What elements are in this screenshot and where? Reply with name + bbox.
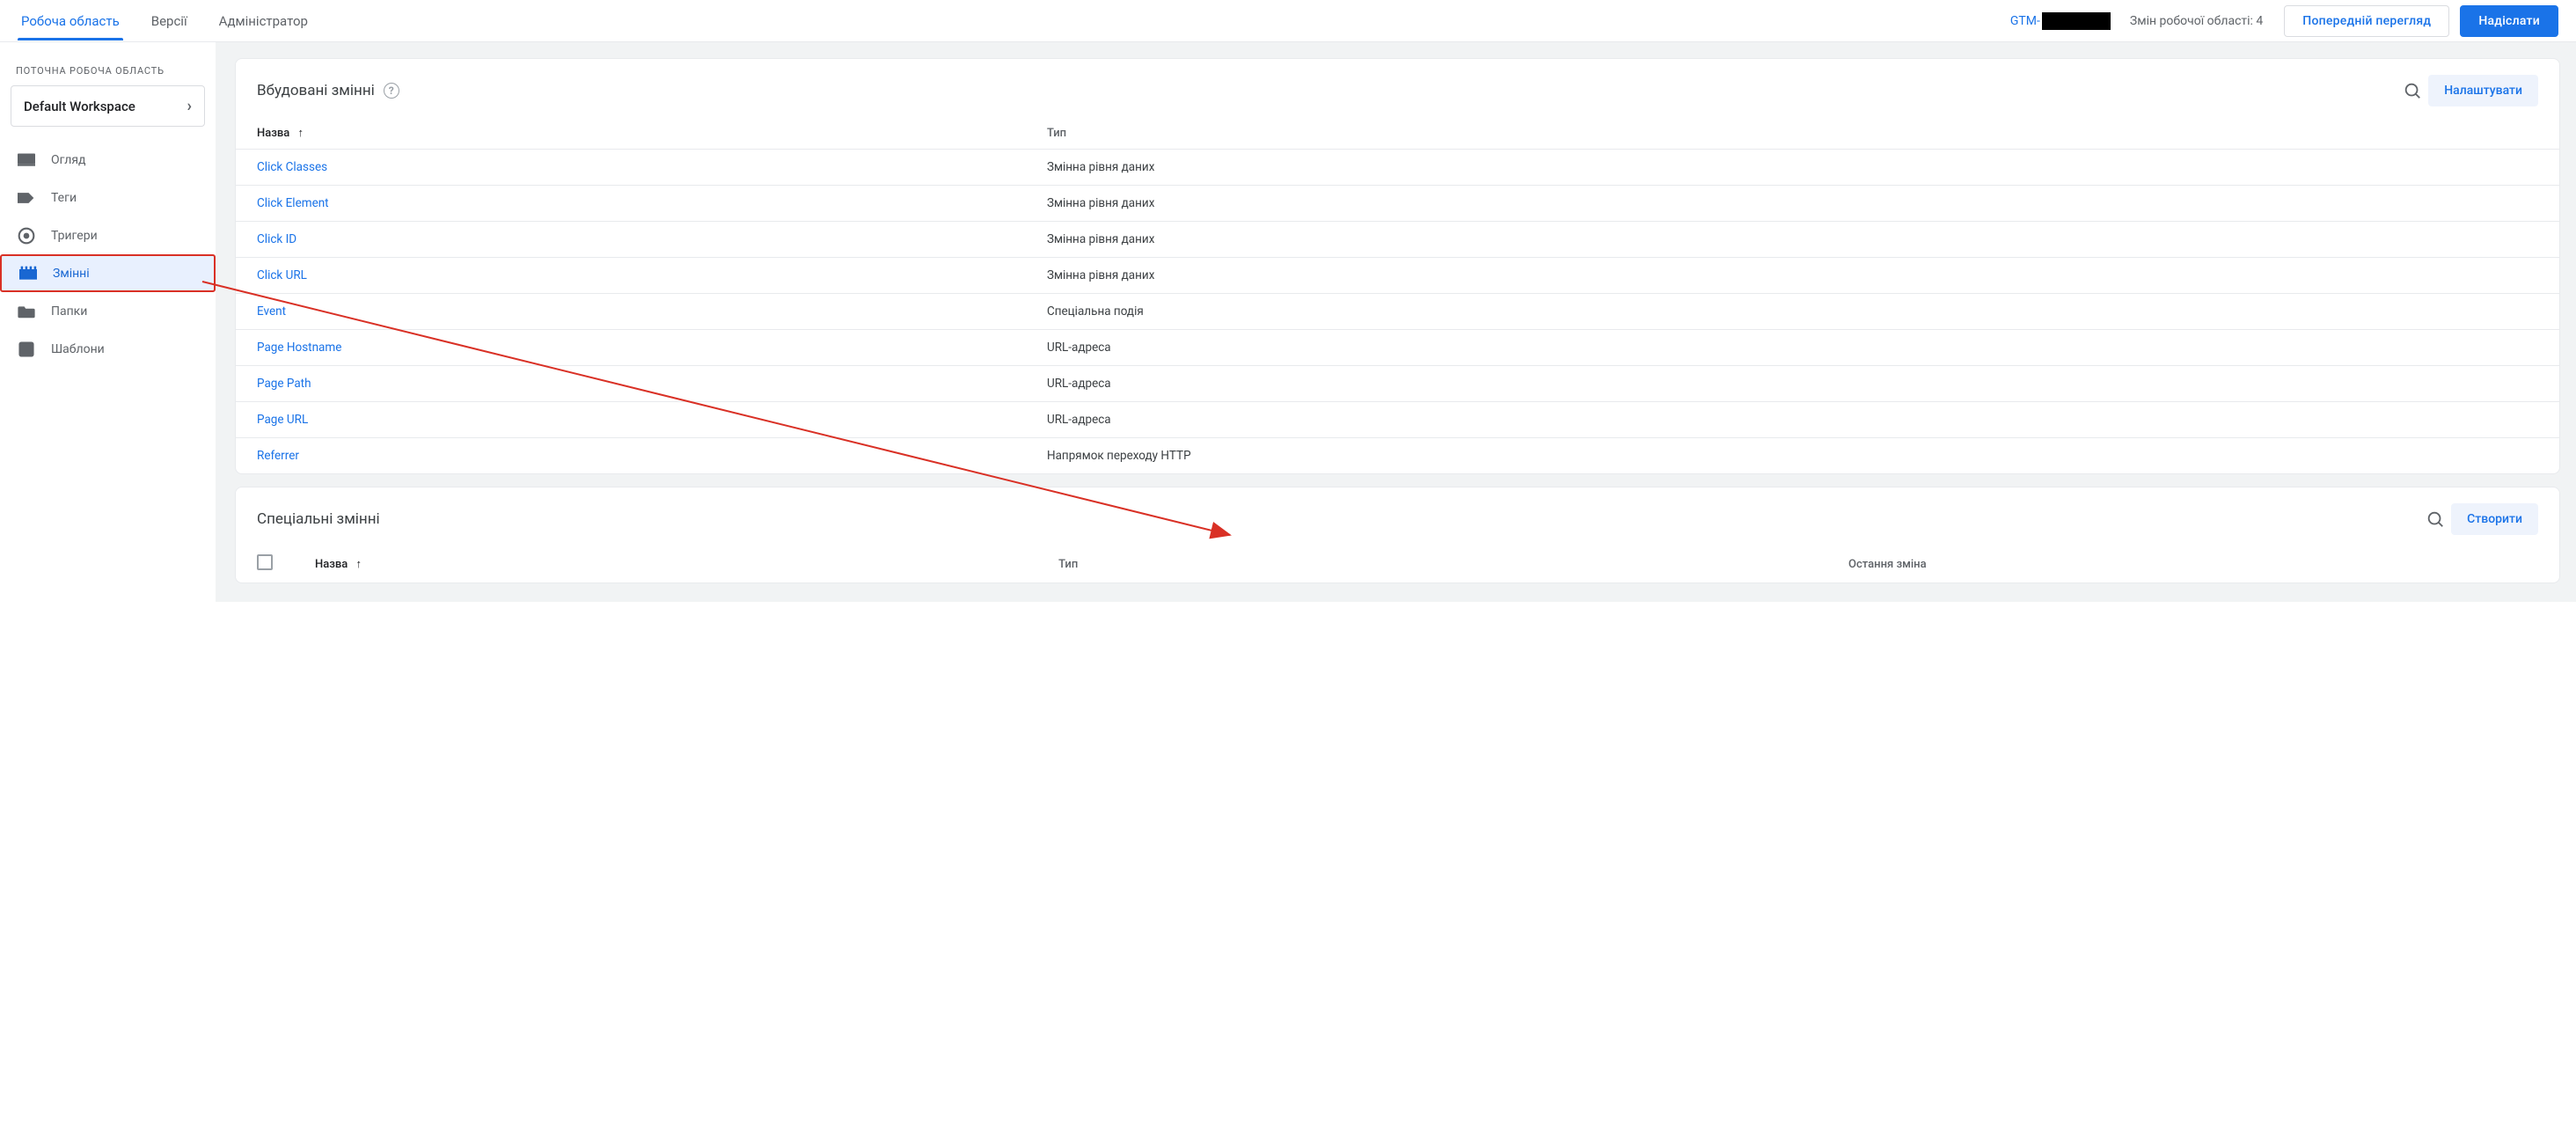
trigger-icon bbox=[16, 227, 37, 245]
table-row[interactable]: Click ID Змінна рівня даних bbox=[236, 222, 2559, 258]
sidebar: ПОТОЧНА РОБОЧА ОБЛАСТЬ Default Workspace… bbox=[0, 42, 216, 602]
container-id[interactable]: GTM- bbox=[2010, 12, 2111, 30]
variable-type: URL-адреса bbox=[1026, 366, 1862, 402]
sidebar-item-label: Теги bbox=[51, 191, 77, 205]
table-row[interactable]: Click Element Змінна рівня даних bbox=[236, 186, 2559, 222]
variable-icon bbox=[18, 266, 39, 282]
variable-link[interactable]: Page Path bbox=[257, 377, 311, 391]
sort-asc-icon: ↑ bbox=[298, 126, 304, 140]
search-button[interactable] bbox=[2419, 503, 2451, 535]
search-icon bbox=[2426, 509, 2445, 529]
variable-type: Змінна рівня даних bbox=[1026, 222, 1862, 258]
preview-button[interactable]: Попередній перегляд bbox=[2284, 5, 2449, 37]
builtin-variables-card: Вбудовані змінні ? Налаштувати Назва ↑ bbox=[235, 58, 2560, 474]
table-row[interactable]: Page URL URL-адреса bbox=[236, 402, 2559, 438]
main-content: Вбудовані змінні ? Налаштувати Назва ↑ bbox=[216, 42, 2576, 602]
variable-link[interactable]: Click URL bbox=[257, 268, 307, 282]
sidebar-item-template[interactable]: Шаблони bbox=[0, 330, 216, 368]
col-header-name[interactable]: Назва ↑ bbox=[236, 115, 1026, 150]
sidebar-item-label: Огляд bbox=[51, 153, 85, 167]
variable-link[interactable]: Page URL bbox=[257, 413, 308, 427]
custom-variables-card: Спеціальні змінні Створити Назва bbox=[235, 487, 2560, 583]
workspace-name: Default Workspace bbox=[24, 99, 135, 114]
folder-icon bbox=[16, 304, 37, 319]
current-workspace-label: ПОТОЧНА РОБОЧА ОБЛАСТЬ bbox=[0, 56, 216, 85]
variable-type: Напрямок переходу HTTP bbox=[1026, 438, 1862, 474]
variable-type: Змінна рівня даних bbox=[1026, 150, 1862, 186]
sidebar-item-label: Шаблони bbox=[51, 342, 105, 356]
checkbox-icon bbox=[257, 554, 273, 570]
builtin-title: Вбудовані змінні bbox=[257, 82, 375, 99]
tab-versions[interactable]: Версії bbox=[148, 1, 191, 40]
workspace-picker[interactable]: Default Workspace › bbox=[11, 85, 205, 127]
tab-admin[interactable]: Адміністратор bbox=[216, 1, 311, 40]
sidebar-item-label: Змінні bbox=[53, 267, 90, 281]
tab-workspace[interactable]: Робоча область bbox=[18, 1, 123, 40]
chevron-right-icon: › bbox=[187, 97, 192, 115]
variable-link[interactable]: Click ID bbox=[257, 232, 296, 246]
create-button[interactable]: Створити bbox=[2451, 503, 2538, 535]
top-nav: Робоча область Версії Адміністратор GTM- З… bbox=[0, 0, 2576, 42]
search-button[interactable] bbox=[2397, 75, 2428, 106]
col-header-type[interactable]: Тип bbox=[1037, 544, 1827, 582]
sidebar-item-trigger[interactable]: Тригери bbox=[0, 216, 216, 254]
variable-type: Змінна рівня даних bbox=[1026, 258, 1862, 294]
table-row[interactable]: Event Спеціальна подія bbox=[236, 294, 2559, 330]
variable-link[interactable]: Event bbox=[257, 304, 286, 319]
variable-link[interactable]: Referrer bbox=[257, 449, 299, 463]
builtin-variables-table: Назва ↑ Тип Click Classes Змінна рівня да… bbox=[236, 115, 2559, 473]
variable-type: URL-адреса bbox=[1026, 330, 1862, 366]
overview-icon bbox=[16, 153, 37, 167]
sidebar-item-tag[interactable]: Теги bbox=[0, 179, 216, 216]
configure-button[interactable]: Налаштувати bbox=[2428, 75, 2538, 106]
sort-asc-icon: ↑ bbox=[356, 557, 362, 571]
sidebar-item-label: Тригери bbox=[51, 229, 98, 243]
sidebar-item-variable[interactable]: Змінні bbox=[0, 254, 216, 292]
tag-icon bbox=[16, 191, 37, 205]
variable-link[interactable]: Page Hostname bbox=[257, 341, 341, 355]
sidebar-item-label: Папки bbox=[51, 304, 87, 319]
variable-link[interactable]: Click Element bbox=[257, 196, 329, 210]
workspace-changes-count[interactable]: Змін робочої області: 4 bbox=[2130, 14, 2263, 28]
table-row[interactable]: Click URL Змінна рівня даних bbox=[236, 258, 2559, 294]
sidebar-item-folder[interactable]: Папки bbox=[0, 292, 216, 330]
sidebar-item-overview[interactable]: Огляд bbox=[0, 141, 216, 179]
variable-type: URL-адреса bbox=[1026, 402, 1862, 438]
table-row[interactable]: Page Path URL-адреса bbox=[236, 366, 2559, 402]
template-icon bbox=[16, 341, 37, 358]
submit-button[interactable]: Надіслати bbox=[2460, 5, 2558, 37]
container-id-prefix: GTM- bbox=[2010, 14, 2040, 28]
help-icon[interactable]: ? bbox=[384, 83, 399, 99]
variable-type: Спеціальна подія bbox=[1026, 294, 1862, 330]
col-header-last-change[interactable]: Остання зміна bbox=[1827, 544, 2559, 582]
col-header-type[interactable]: Тип bbox=[1026, 115, 1862, 150]
variable-type: Змінна рівня даних bbox=[1026, 186, 1862, 222]
variable-link[interactable]: Click Classes bbox=[257, 160, 327, 174]
col-header-checkbox[interactable] bbox=[236, 544, 294, 582]
table-row[interactable]: Click Classes Змінна рівня даних bbox=[236, 150, 2559, 186]
table-row[interactable]: Referrer Напрямок переходу HTTP bbox=[236, 438, 2559, 474]
custom-variables-table: Назва ↑ Тип Остання зміна bbox=[236, 544, 2559, 582]
custom-title: Спеціальні змінні bbox=[257, 510, 380, 528]
search-icon bbox=[2403, 81, 2422, 100]
table-row[interactable]: Page Hostname URL-адреса bbox=[236, 330, 2559, 366]
col-header-name[interactable]: Назва ↑ bbox=[294, 544, 1037, 582]
container-id-redacted bbox=[2042, 12, 2111, 30]
